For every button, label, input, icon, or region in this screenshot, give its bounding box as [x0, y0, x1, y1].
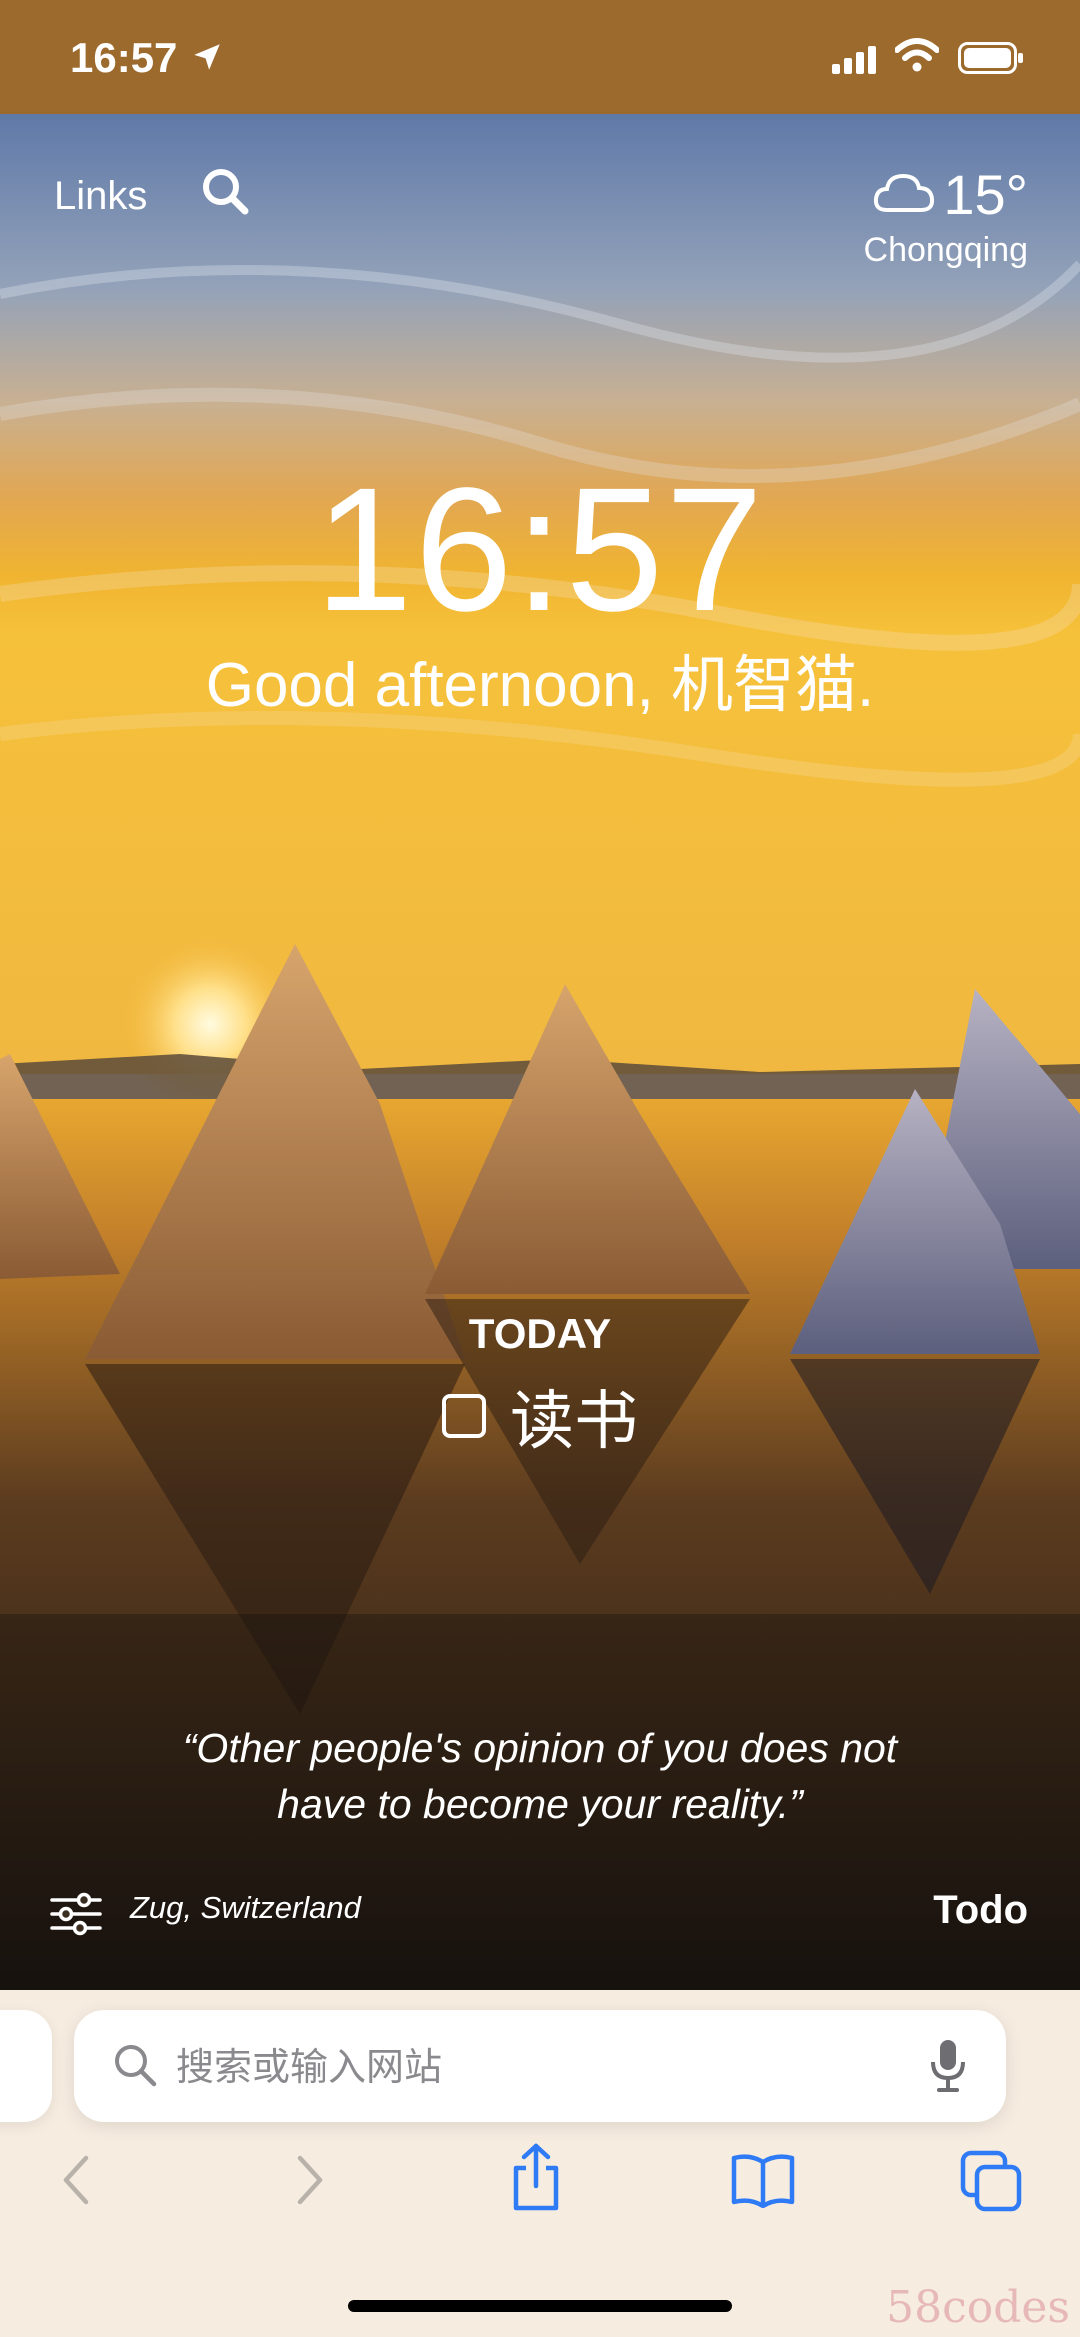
background-photo	[0, 114, 1080, 1990]
status-time: 16:57	[70, 34, 178, 81]
watermark: 58codes	[886, 2282, 1070, 2333]
forward-icon[interactable]	[290, 2150, 330, 2215]
weather-city: Chongqing	[863, 231, 1028, 269]
photo-location[interactable]: Zug, Switzerland	[130, 1890, 361, 1926]
todo-item-text: 读书	[510, 1385, 638, 1457]
sliders-icon[interactable]	[50, 1892, 102, 1941]
status-bar: 16:57	[0, 0, 1080, 114]
previous-tab-preview[interactable]	[0, 2010, 52, 2122]
todo-checkbox[interactable]	[442, 1394, 486, 1438]
todo-button[interactable]: Todo	[933, 1888, 1028, 1933]
bookmarks-icon[interactable]	[730, 2152, 796, 2213]
location-arrow-icon	[190, 40, 224, 79]
address-input[interactable]	[174, 2038, 878, 2096]
todo-item[interactable]: 读书	[0, 1370, 1080, 1462]
todo-heading: TODAY	[468, 1310, 612, 1357]
clock: 16:57	[314, 452, 766, 648]
greeting: Good afternoon, 机智猫.	[205, 651, 875, 720]
back-icon[interactable]	[56, 2150, 96, 2215]
battery-icon	[958, 42, 1024, 79]
wifi-icon	[894, 38, 940, 77]
start-page: Links 15° Chongqing 16:57 Good afternoon…	[0, 114, 1080, 1990]
daily-quote: “Other people's opinion of you does not …	[182, 1725, 898, 1827]
share-icon[interactable]	[508, 2142, 564, 2219]
browser-bottom-bar: 58codes	[0, 1990, 1080, 2337]
links-button[interactable]: Links	[54, 174, 147, 219]
cloud-icon	[873, 170, 935, 219]
home-indicator	[348, 2300, 732, 2312]
address-bar[interactable]	[74, 2010, 1006, 2122]
search-icon	[112, 2042, 158, 2093]
temperature: 15°	[943, 163, 1028, 226]
weather-widget[interactable]: 15° Chongqing	[864, 162, 1028, 270]
microphone-icon[interactable]	[928, 2038, 968, 2099]
browser-toolbar	[0, 2143, 1080, 2250]
cellular-signal-icon	[832, 46, 878, 79]
search-icon[interactable]	[200, 166, 250, 221]
tabs-icon[interactable]	[960, 2150, 1024, 2217]
